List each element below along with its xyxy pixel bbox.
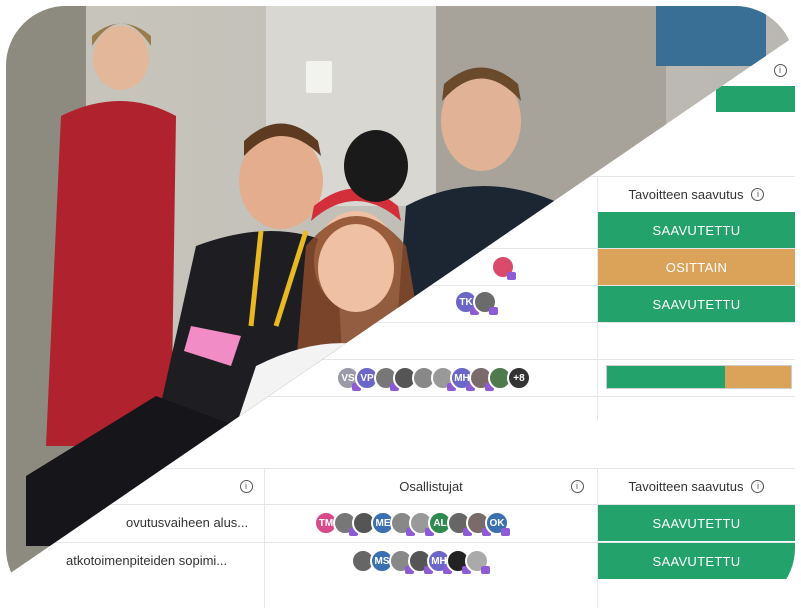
goal-achievement-header: Tavoitteen saavutus i <box>598 468 795 504</box>
participants-header: Osallistujat <box>399 478 463 494</box>
goal-progress-bar <box>606 365 792 389</box>
participant-avatars[interactable] <box>491 255 516 280</box>
task-name[interactable]: atkotoimenpiteiden sopimi... <box>66 553 227 568</box>
info-icon[interactable]: i <box>772 62 788 78</box>
goal-achievement-header: Tavoitteen saavutus i <box>598 176 795 212</box>
progress-achieved <box>607 366 725 388</box>
info-icon[interactable]: i <box>569 478 585 494</box>
status-badge[interactable]: SAAVUTETTU <box>598 505 795 541</box>
participant-avatars[interactable]: TM ME AL OK <box>314 511 510 536</box>
info-icon[interactable]: i <box>751 187 765 201</box>
status-badge[interactable]: OSITTAIN <box>598 249 795 285</box>
participant-avatars[interactable]: TK <box>454 290 498 315</box>
avatar[interactable] <box>465 549 490 574</box>
status-badge[interactable]: SAAVUTETTU <box>598 543 795 579</box>
task-name[interactable]: ovutusvaiheen alus... <box>126 515 248 530</box>
status-badge[interactable]: SAAVUTETTU <box>598 286 795 322</box>
more-participants-count[interactable]: +8 <box>507 366 531 390</box>
avatar[interactable]: OK <box>485 511 510 536</box>
participant-avatars[interactable]: VS VP MH +8 <box>336 366 531 391</box>
top-status-bar <box>716 86 795 112</box>
card-frame: i Tavoitteen saavutus i SAAVUTETTU OSITTA… <box>6 6 795 608</box>
participant-avatars[interactable]: MS MH <box>351 549 490 574</box>
info-icon[interactable]: i <box>238 478 254 494</box>
progress-partial <box>724 366 791 388</box>
avatar[interactable] <box>473 290 498 315</box>
avatar[interactable] <box>491 255 516 280</box>
info-icon[interactable]: i <box>751 479 765 493</box>
status-badge[interactable]: SAAVUTETTU <box>598 212 795 248</box>
